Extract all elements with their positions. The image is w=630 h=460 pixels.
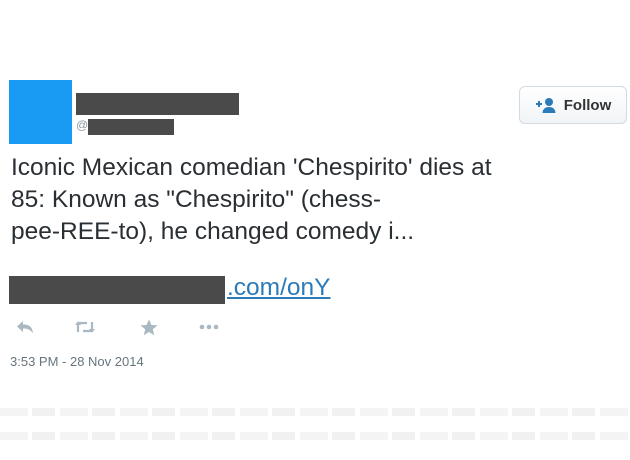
more-icon[interactable] bbox=[198, 318, 220, 336]
tweet-timestamp[interactable]: 3:53 PM - 28 Nov 2014 bbox=[10, 354, 144, 369]
display-name-redacted bbox=[76, 93, 239, 115]
tweet-text-line-1: Iconic Mexican comedian 'Chespirito' die… bbox=[11, 154, 492, 181]
background-text-bleed bbox=[0, 432, 630, 440]
avatar[interactable] bbox=[9, 80, 72, 144]
handle-redacted bbox=[88, 119, 174, 135]
reply-icon[interactable] bbox=[14, 318, 36, 336]
follow-button-label: Follow bbox=[563, 96, 612, 114]
favorite-icon[interactable] bbox=[138, 318, 160, 336]
background-text-bleed bbox=[0, 408, 630, 416]
handle-at-sign: @ bbox=[76, 118, 89, 132]
link-redacted bbox=[9, 276, 225, 304]
tweet-text-line-2: 85: Known as "Chespirito" (chess- bbox=[11, 186, 382, 213]
follow-button[interactable]: Follow bbox=[519, 86, 627, 124]
tweet-link[interactable]: .com/onY bbox=[227, 272, 331, 304]
follow-user-plus-icon bbox=[535, 97, 557, 113]
tweet-text-line-3: pee-REE-to), he changed comedy i... bbox=[11, 218, 415, 245]
tweet-text: Iconic Mexican comedian 'Chespirito' die… bbox=[11, 152, 626, 248]
retweet-icon[interactable] bbox=[74, 318, 96, 336]
